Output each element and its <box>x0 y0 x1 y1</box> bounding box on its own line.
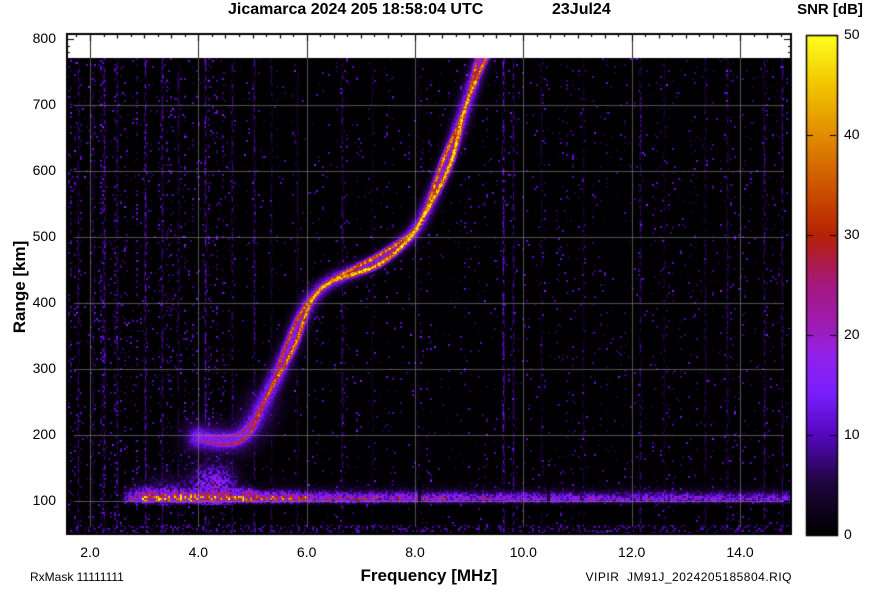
colorbar-title: SNR [dB] <box>797 1 863 18</box>
y-tick-label: 600 <box>32 162 56 178</box>
y-tick-label: 800 <box>32 30 56 46</box>
x-tick-label: 14.0 <box>726 544 754 560</box>
ionogram-canvas <box>0 0 874 595</box>
plot-title: Jicamarca 2024 205 18:58:04 UTC <box>228 1 484 18</box>
colorbar-tick-label: 40 <box>844 126 860 142</box>
x-tick-label: 8.0 <box>405 544 425 560</box>
y-tick-label: 300 <box>32 360 56 376</box>
colorbar-tick-label: 20 <box>844 326 860 342</box>
y-tick-label: 200 <box>32 426 56 442</box>
colorbar-tick-label: 30 <box>844 226 860 242</box>
x-tick-label: 2.0 <box>80 544 100 560</box>
x-tick-label: 12.0 <box>618 544 646 560</box>
x-tick-label: 4.0 <box>188 544 209 560</box>
ionogram-view: Jicamarca 2024 205 18:58:04 UTC 23Jul24 … <box>0 0 874 595</box>
y-tick-label: 100 <box>32 492 56 508</box>
x-tick-label: 6.0 <box>296 544 317 560</box>
plot-date: 23Jul24 <box>552 1 611 18</box>
y-tick-label: 400 <box>32 294 56 310</box>
colorbar-tick-label: 50 <box>844 26 860 42</box>
colorbar-tick-label: 0 <box>844 526 852 542</box>
x-axis-label: Frequency [MHz] <box>360 566 498 585</box>
colorbar-tick-label: 10 <box>844 426 860 442</box>
y-tick-label: 700 <box>32 96 56 112</box>
y-tick-label: 500 <box>32 228 56 244</box>
x-tick-label: 10.0 <box>509 544 537 560</box>
filename-text: VIPIR JM91J_2024205185804.RIQ <box>585 570 792 584</box>
rxmask-text: RxMask 11111111 <box>30 570 124 584</box>
